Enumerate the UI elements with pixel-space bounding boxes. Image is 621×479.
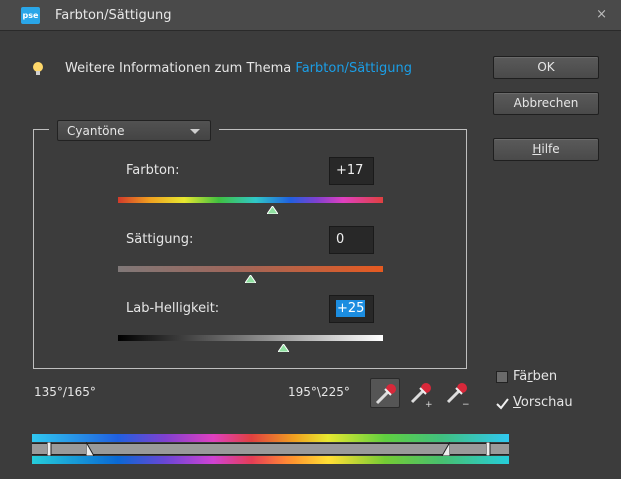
help-label-rest: ilfe bbox=[541, 142, 560, 156]
preview-label-rest: orschau bbox=[520, 395, 573, 410]
eyedropper-icon[interactable] bbox=[370, 378, 400, 408]
hue-label: Farbton: bbox=[126, 163, 180, 178]
lightness-value-selected: +25 bbox=[336, 300, 366, 317]
title-bar: pse Farbton/Sättigung × bbox=[0, 0, 621, 31]
saturation-label: Sättigung: bbox=[126, 232, 194, 247]
help-button[interactable]: Hilfe bbox=[493, 138, 599, 161]
close-icon[interactable]: × bbox=[596, 7, 607, 22]
hue-slider-thumb[interactable] bbox=[267, 206, 278, 214]
preview-checkbox[interactable]: Vorschau bbox=[496, 395, 573, 410]
lightness-track[interactable] bbox=[118, 335, 383, 341]
eyedropper-minus-icon[interactable]: − bbox=[442, 378, 472, 410]
input-spectrum-bar bbox=[32, 434, 509, 442]
colorize-label: Färben bbox=[513, 369, 557, 384]
dialog-body: Weitere Informationen zum Thema Farbton/… bbox=[0, 31, 621, 479]
preview-mnemonic: V bbox=[513, 395, 521, 410]
preview-label: Vorschau bbox=[513, 395, 573, 410]
range-handle-right-inner[interactable] bbox=[440, 440, 451, 457]
colorize-checkbox-box[interactable] bbox=[496, 371, 508, 383]
eyedropper-plus-icon[interactable]: + bbox=[406, 378, 436, 410]
info-label: Weitere Informationen zum Thema bbox=[65, 61, 296, 76]
cancel-button[interactable]: Abbrechen bbox=[493, 92, 599, 115]
chevron-down-icon bbox=[190, 129, 200, 134]
saturation-input[interactable]: 0 bbox=[329, 226, 374, 254]
saturation-track[interactable] bbox=[118, 266, 383, 272]
colorize-label-b: ben bbox=[532, 369, 558, 384]
range-selector[interactable] bbox=[32, 443, 509, 455]
output-spectrum-bar bbox=[32, 456, 509, 464]
ok-button[interactable]: OK bbox=[493, 56, 599, 79]
lightbulb-icon bbox=[33, 62, 43, 76]
range-right-label: 195°\225° bbox=[288, 385, 350, 399]
svg-text:+: + bbox=[425, 400, 433, 408]
range-handle-right-outer[interactable] bbox=[485, 441, 496, 457]
range-handle-left-outer[interactable] bbox=[46, 441, 57, 457]
check-icon[interactable] bbox=[496, 397, 509, 410]
colorize-checkbox[interactable]: Färben bbox=[496, 369, 557, 384]
color-range-dropdown[interactable]: Cyantöne bbox=[57, 120, 211, 141]
lightness-slider-thumb[interactable] bbox=[278, 344, 289, 352]
saturation-slider-thumb[interactable] bbox=[245, 275, 256, 283]
dropdown-value: Cyantöne bbox=[67, 124, 125, 138]
lightness-input[interactable]: +25 bbox=[329, 295, 374, 323]
window-title: Farbton/Sättigung bbox=[55, 8, 172, 23]
colorize-label-a: Fä bbox=[513, 369, 528, 384]
info-link[interactable]: Farbton/Sättigung bbox=[295, 61, 412, 76]
info-text: Weitere Informationen zum Thema Farbton/… bbox=[65, 61, 412, 76]
lightness-label: Lab-Helligkeit: bbox=[126, 301, 220, 316]
app-icon: pse bbox=[21, 7, 40, 24]
range-handle-left-inner[interactable] bbox=[85, 440, 96, 457]
range-left-label: 135°/165° bbox=[34, 385, 96, 399]
info-row: Weitere Informationen zum Thema Farbton/… bbox=[33, 61, 412, 76]
svg-text:−: − bbox=[462, 400, 470, 408]
hue-track[interactable] bbox=[118, 197, 383, 203]
adjustment-group bbox=[33, 129, 467, 369]
hue-input[interactable]: +17 bbox=[329, 157, 374, 185]
